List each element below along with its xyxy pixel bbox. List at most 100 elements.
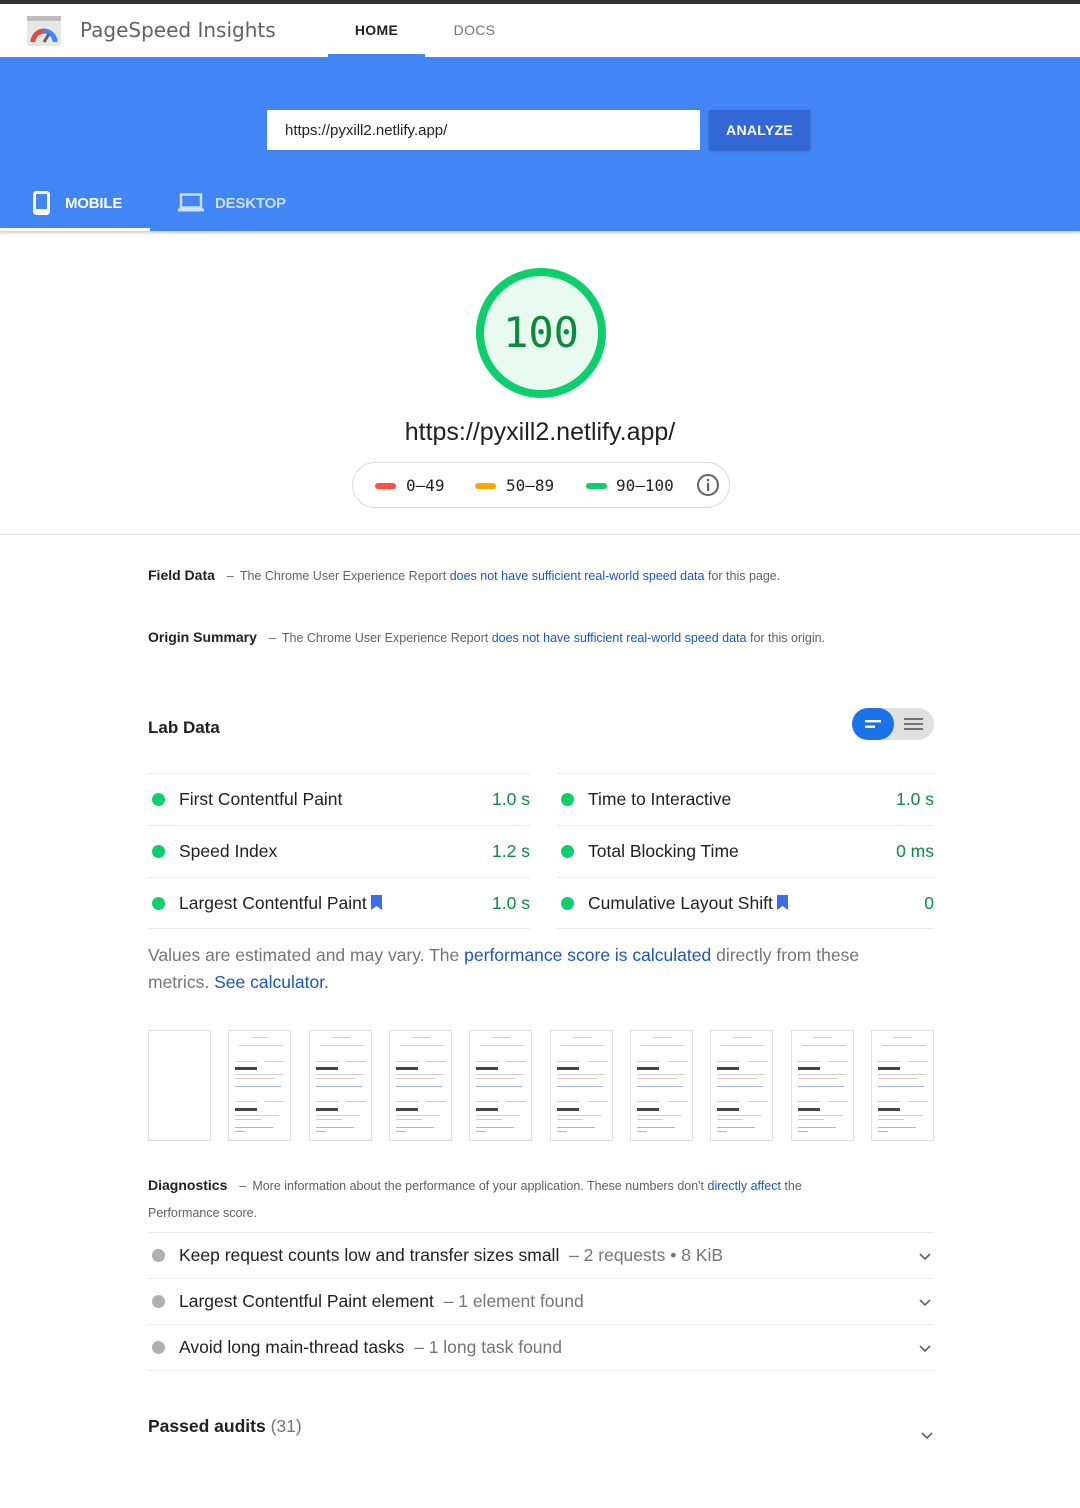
- field-data-prefix: The Chrome User Experience Report: [239, 569, 447, 583]
- filmstrip-frame: [308, 1030, 372, 1141]
- metric-divider: [557, 928, 934, 929]
- frame-content-line: [506, 1101, 527, 1102]
- analyze-button[interactable]: ANALYZE: [709, 110, 810, 150]
- summary-view-button[interactable]: [852, 708, 894, 740]
- frame-content-line: [331, 1037, 350, 1038]
- frame-content-line: [556, 1086, 603, 1087]
- audit-label: Largest Contentful Paint element – 1 ele…: [179, 1291, 584, 1311]
- frame-content-line: [797, 1074, 846, 1075]
- filmstrip-frame: [630, 1030, 693, 1141]
- bookmark-icon[interactable]: [370, 894, 382, 915]
- frame-content-line: [556, 1119, 583, 1120]
- frame-content-line: [426, 1061, 446, 1062]
- chevron-down-icon[interactable]: [918, 1341, 932, 1360]
- frame-content-line: [315, 1067, 338, 1070]
- frame-content-line: [747, 1061, 768, 1062]
- frame-content-line: [396, 1101, 418, 1102]
- frame-content-line: [396, 1127, 434, 1128]
- frame-content-line: [396, 1067, 418, 1070]
- frame-content-line: [637, 1108, 659, 1111]
- audit-divider: [148, 1370, 934, 1371]
- frame-content-line: [506, 1061, 527, 1062]
- frame-content-line: [476, 1101, 499, 1102]
- chevron-down-icon[interactable]: [918, 1295, 932, 1314]
- tab-desktop[interactable]: DESKTOP: [150, 176, 310, 231]
- audit-title: Avoid long main-thread tasks: [179, 1337, 405, 1357]
- frame-content-line: [235, 1119, 262, 1120]
- audit-request-counts[interactable]: Keep request counts low and transfer siz…: [148, 1232, 934, 1278]
- frame-content-line: [476, 1127, 515, 1128]
- url-input[interactable]: [267, 110, 700, 150]
- origin-summary-prefix: The Chrome User Experience Report: [281, 631, 489, 645]
- field-data-title: Field Data: [148, 567, 215, 583]
- frame-content-line: [345, 1101, 366, 1102]
- info-icon[interactable]: [696, 473, 720, 502]
- metric-speed-index: Speed Index 1.2 s: [148, 825, 530, 877]
- frame-content-line: [396, 1061, 418, 1062]
- nav-tab-home[interactable]: HOME: [328, 4, 425, 57]
- frame-content-line: [637, 1074, 685, 1075]
- bookmark-icon[interactable]: [776, 894, 788, 915]
- frame-content-line: [476, 1074, 525, 1075]
- directly-affect-link[interactable]: directly affect: [708, 1179, 781, 1193]
- chevron-down-icon[interactable]: [918, 1249, 932, 1268]
- frame-content-line: [797, 1061, 820, 1062]
- frame-content-line: [717, 1061, 740, 1062]
- diagnostics-title: Diagnostics: [148, 1177, 228, 1193]
- see-calculator-link[interactable]: See calculator.: [214, 972, 329, 992]
- passed-audits-label: Passed audits: [148, 1416, 266, 1436]
- lab-data-title: Lab Data: [148, 718, 220, 737]
- frame-content-line: [315, 1131, 326, 1132]
- audit-detail: 1 element found: [458, 1291, 584, 1311]
- pass-dot-icon: [152, 897, 165, 910]
- origin-summary-title: Origin Summary: [148, 629, 257, 645]
- frame-content-line: [733, 1037, 752, 1038]
- frame-content-line: [717, 1131, 728, 1132]
- origin-summary-row: Origin Summary – The Chrome User Experienc…: [148, 629, 826, 645]
- pass-dot-icon: [561, 897, 574, 910]
- audit-long-tasks[interactable]: Avoid long main-thread tasks – 1 long ta…: [148, 1324, 934, 1370]
- frame-content-line: [641, 1045, 685, 1046]
- frame-content-line: [235, 1108, 258, 1111]
- metric-value: 1.0 s: [492, 893, 530, 913]
- audit-lcp-element[interactable]: Largest Contentful Paint element – 1 ele…: [148, 1278, 934, 1324]
- frame-content-line: [235, 1086, 282, 1087]
- metrics-view-toggle[interactable]: [852, 708, 934, 740]
- audit-label: Keep request counts low and transfer siz…: [179, 1245, 724, 1265]
- frame-content-line: [556, 1127, 595, 1128]
- origin-summary-link[interactable]: does not have sufficient real-world spee…: [492, 631, 747, 645]
- pagespeed-logo-icon[interactable]: [27, 16, 61, 46]
- metric-value: 1.2 s: [492, 841, 530, 861]
- tab-mobile[interactable]: MOBILE: [0, 176, 150, 231]
- frame-content-line: [556, 1115, 601, 1116]
- frame-content-line: [637, 1067, 659, 1070]
- metrics-estimate-note: Values are estimated and may vary. The p…: [148, 942, 908, 996]
- metric-largest-contentful-paint: Largest Contentful Paint 1.0 s: [148, 877, 530, 929]
- frame-content-line: [572, 1037, 591, 1038]
- frame-content-line: [426, 1101, 446, 1102]
- chevron-down-icon[interactable]: [920, 1428, 934, 1447]
- frame-content-line: [797, 1119, 824, 1120]
- frame-content-line: [235, 1078, 276, 1079]
- frame-content-line: [476, 1067, 499, 1070]
- frame-content-line: [396, 1131, 406, 1132]
- frame-content-line: [476, 1061, 499, 1062]
- metric-label-text: Largest Contentful Paint: [179, 893, 367, 913]
- app-title: PageSpeed Insights: [80, 18, 276, 42]
- frame-content-line: [717, 1127, 756, 1128]
- passed-audits-count: (31): [270, 1416, 302, 1436]
- frame-content-line: [797, 1067, 820, 1070]
- metric-first-contentful-paint: First Contentful Paint 1.0 s: [148, 773, 530, 825]
- frame-content-line: [396, 1119, 422, 1120]
- info-dot-icon: [152, 1249, 165, 1262]
- frame-content-line: [235, 1061, 258, 1062]
- frame-content-line: [265, 1061, 286, 1062]
- frame-content-line: [315, 1101, 338, 1102]
- legend-fail-swatch: [375, 483, 396, 489]
- frame-content-line: [721, 1045, 766, 1046]
- nav-tab-docs[interactable]: DOCS: [426, 4, 523, 57]
- passed-audits-toggle[interactable]: Passed audits (31): [148, 1416, 302, 1437]
- list-view-icon[interactable]: [894, 708, 934, 745]
- performance-score-link[interactable]: performance score is calculated: [464, 945, 711, 965]
- field-data-link[interactable]: does not have sufficient real-world spee…: [450, 569, 705, 583]
